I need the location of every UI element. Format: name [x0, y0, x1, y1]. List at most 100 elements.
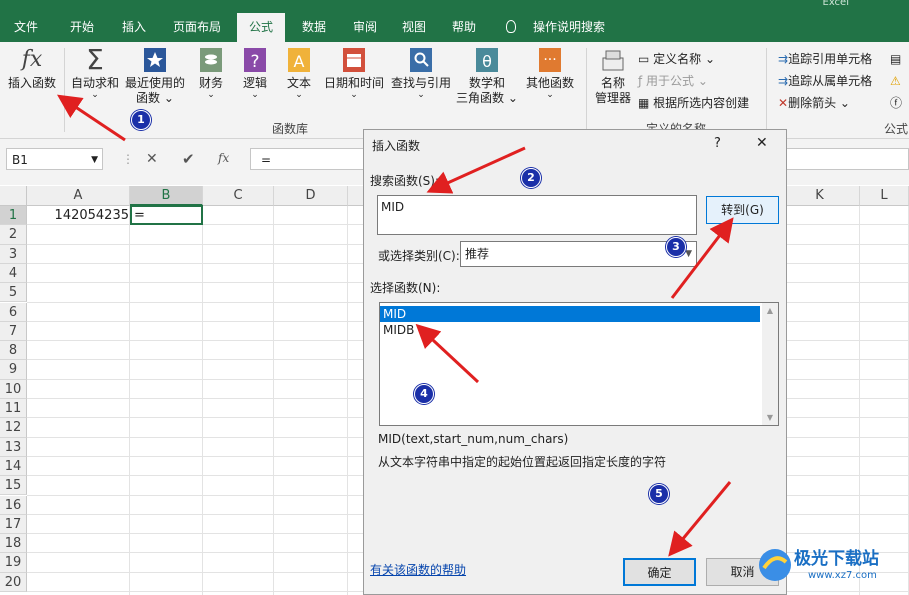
- error-check-icon[interactable]: ⚠: [890, 72, 901, 90]
- tell-me-search[interactable]: 操作说明搜索: [526, 13, 612, 42]
- row-header-20[interactable]: 20: [0, 572, 27, 592]
- chevron-down-icon[interactable]: ▼: [91, 149, 98, 171]
- more-functions-label: 其他函数: [525, 76, 574, 90]
- fx-icon[interactable]: fx: [218, 151, 229, 165]
- menu-file[interactable]: 文件: [4, 13, 48, 42]
- grid-icon: ▦: [638, 96, 654, 110]
- use-in-formula-label: 用于公式: [646, 74, 695, 88]
- star-book-icon: [142, 46, 168, 74]
- scroll-down-icon[interactable]: ▼: [762, 413, 778, 422]
- step-badge-4: 4: [414, 384, 434, 404]
- list-item-mid[interactable]: MID: [380, 306, 760, 322]
- lookup-reference-label: 查找与引用: [390, 76, 451, 90]
- cell-B1[interactable]: =: [130, 205, 203, 225]
- row-header-7[interactable]: 7: [0, 321, 27, 342]
- menu-insert[interactable]: 插入: [112, 13, 156, 42]
- math-trig-button[interactable]: θ 数学和 三角函数 ⌄: [456, 46, 518, 106]
- fx-icon: fx: [21, 47, 43, 72]
- row-header-15[interactable]: 15: [0, 476, 27, 496]
- row-header-4[interactable]: 4: [0, 263, 27, 284]
- column-header-D[interactable]: D: [274, 186, 348, 206]
- remove-arrows-icon: ✕: [778, 96, 789, 110]
- row-header-16[interactable]: 16: [0, 495, 27, 515]
- logical-label: 逻辑: [242, 76, 267, 90]
- remove-arrows-button[interactable]: ✕删除箭头 ⌄: [778, 94, 850, 112]
- list-scrollbar[interactable]: ▲ ▼: [762, 303, 778, 425]
- enter-check-icon[interactable]: ✔: [182, 150, 195, 168]
- row-header-14[interactable]: 14: [0, 456, 27, 477]
- search-label: 搜索函数(S):: [370, 174, 440, 188]
- row-header-1[interactable]: 1: [0, 206, 27, 226]
- recent-functions-label: 最近使用的: [124, 76, 185, 90]
- close-icon[interactable]: ✕: [756, 135, 768, 151]
- search-function-input[interactable]: MID: [377, 195, 697, 235]
- lookup-reference-button[interactable]: 查找与引用 ⌄: [389, 46, 453, 100]
- help-icon[interactable]: ?: [714, 136, 721, 151]
- text-functions-label: 文本: [286, 76, 311, 90]
- text-functions-button[interactable]: A 文本 ⌄: [280, 46, 318, 100]
- row-header-11[interactable]: 11: [0, 399, 27, 419]
- grid-column-line: [859, 206, 860, 595]
- menu-bar: 文件 开始 插入 页面布局 公式 数据 审阅 视图 帮助 操作说明搜索: [0, 13, 909, 42]
- function-list[interactable]: MID MIDB ▲ ▼: [379, 302, 779, 426]
- column-header-C[interactable]: C: [203, 186, 274, 206]
- cell-A1[interactable]: 142054235: [28, 206, 129, 225]
- step-badge-3: 3: [666, 237, 686, 257]
- ok-button[interactable]: 确定: [623, 558, 696, 586]
- column-header-K[interactable]: K: [780, 186, 860, 206]
- chevron-down-icon[interactable]: ▼: [685, 242, 692, 266]
- autosum-button[interactable]: Σ 自动求和 ⌄: [68, 46, 122, 100]
- row-header-13[interactable]: 13: [0, 437, 27, 457]
- row-header-18[interactable]: 18: [0, 534, 27, 554]
- financial-button[interactable]: 财务 ⌄: [192, 46, 230, 100]
- row-header-6[interactable]: 6: [0, 302, 27, 322]
- define-name-button[interactable]: ▭ 定义名称 ⌄: [638, 50, 715, 68]
- row-header-3[interactable]: 3: [0, 244, 27, 264]
- datetime-button[interactable]: 日期和时间 ⌄: [322, 46, 386, 100]
- create-from-selection-button[interactable]: ▦ 根据所选内容创建: [638, 94, 749, 112]
- separator: [586, 48, 587, 132]
- scroll-up-icon[interactable]: ▲: [762, 306, 778, 315]
- use-in-formula-button[interactable]: ƒ 用于公式 ⌄: [638, 72, 708, 90]
- row-header-19[interactable]: 19: [0, 553, 27, 573]
- trace-dependents-label: 追踪从属单元格: [788, 74, 873, 88]
- menu-data[interactable]: 数据: [292, 13, 336, 42]
- trace-dependents-button[interactable]: ⇉追踪从属单元格: [778, 72, 872, 90]
- math-trig-label: 数学和: [468, 76, 505, 90]
- menu-formulas[interactable]: 公式: [237, 13, 285, 42]
- more-functions-button[interactable]: ··· 其他函数 ⌄: [520, 46, 580, 100]
- name-box[interactable]: B1 ▼: [6, 148, 103, 170]
- row-header-8[interactable]: 8: [0, 341, 27, 361]
- category-select[interactable]: 推荐 ▼: [460, 241, 697, 267]
- title-bar: Excel: [0, 0, 909, 13]
- row-header-17[interactable]: 17: [0, 514, 27, 535]
- cancel-icon[interactable]: ✕: [146, 151, 158, 167]
- row-header-5[interactable]: 5: [0, 283, 27, 303]
- go-button[interactable]: 转到(G): [706, 196, 779, 224]
- row-header-10[interactable]: 10: [0, 379, 27, 399]
- row-header-2[interactable]: 2: [0, 225, 27, 245]
- name-manager-button[interactable]: 名称 管理器: [590, 46, 636, 106]
- recent-functions-button[interactable]: 最近使用的 函数 ⌄: [122, 46, 188, 106]
- menu-home[interactable]: 开始: [58, 13, 106, 42]
- trace-precedents-button[interactable]: ⇉追踪引用单元格: [778, 50, 872, 68]
- menu-page-layout[interactable]: 页面布局: [166, 13, 228, 42]
- menu-review[interactable]: 审阅: [343, 13, 387, 42]
- show-formulas-icon[interactable]: ▤: [890, 50, 901, 68]
- insert-function-button[interactable]: fx 插入函数: [4, 46, 60, 91]
- formula-icon: ƒ: [638, 74, 647, 88]
- step-badge-5: 5: [649, 484, 669, 504]
- logical-button[interactable]: ? 逻辑 ⌄: [236, 46, 274, 100]
- row-header-9[interactable]: 9: [0, 360, 27, 380]
- column-header-L[interactable]: L: [860, 186, 909, 206]
- column-header-A[interactable]: A: [27, 186, 130, 206]
- menu-help[interactable]: 帮助: [442, 13, 486, 42]
- column-header-B[interactable]: B: [130, 186, 203, 206]
- help-link[interactable]: 有关该函数的帮助: [370, 561, 466, 578]
- list-item-midb[interactable]: MIDB: [380, 322, 778, 338]
- evaluate-formula-icon[interactable]: ⓕ: [890, 94, 902, 112]
- select-all-corner[interactable]: [0, 186, 27, 206]
- menu-view[interactable]: 视图: [392, 13, 436, 42]
- row-header-12[interactable]: 12: [0, 418, 27, 438]
- trace-precedents-label: 追踪引用单元格: [788, 52, 873, 66]
